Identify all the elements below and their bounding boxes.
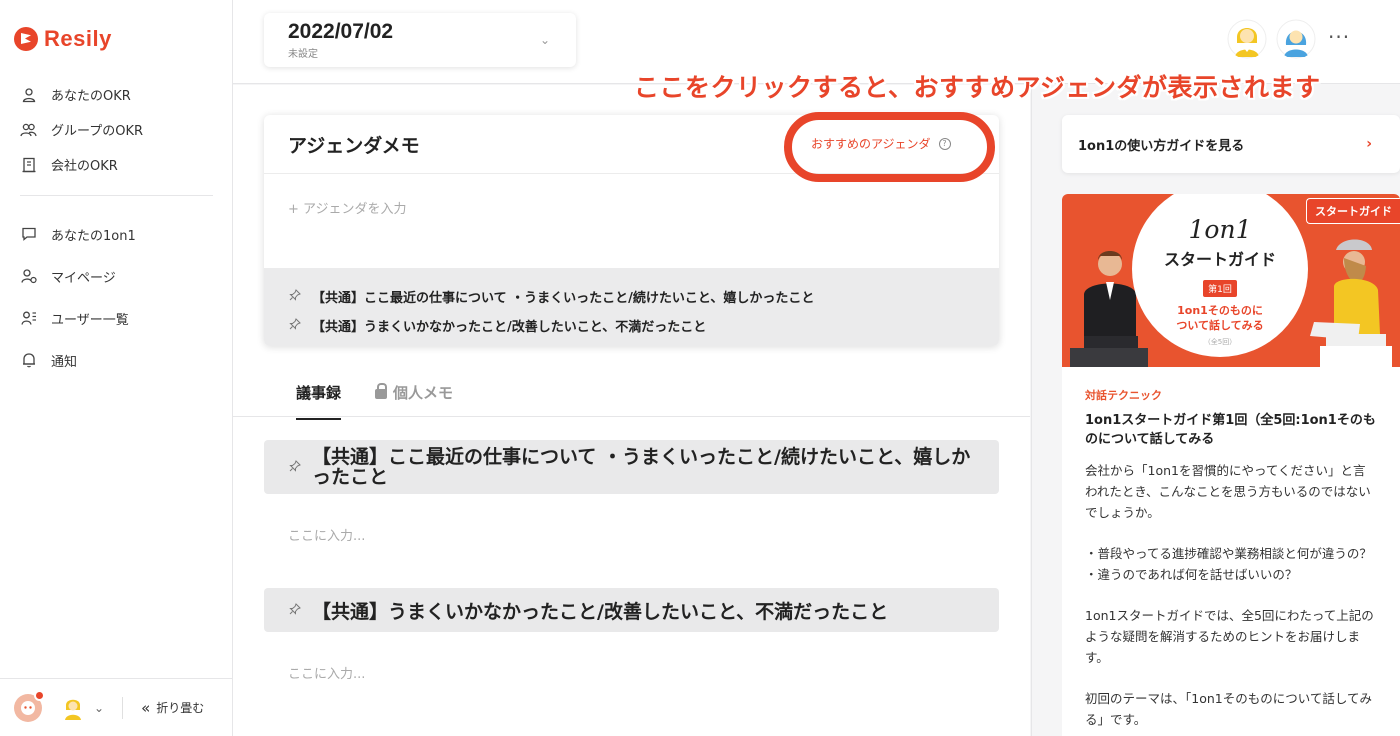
group-icon <box>20 121 37 138</box>
guide-link-button[interactable]: 1on1の使い方ガイドを見る › <box>1062 115 1400 173</box>
hero-subtitle: スタートガイド <box>1163 250 1276 269</box>
article-paragraph: 1on1スタートガイドでは、全5回にわたって上記のような疑問を解消するためのヒン… <box>1085 608 1374 665</box>
lock-icon <box>375 383 387 399</box>
hero-desc-line: 1on1そのものに <box>1177 304 1263 317</box>
pin-icon[interactable] <box>288 602 302 618</box>
agenda-item-text: 【共通】うまくいかなかったこと/改善したいこと、不満だったこと <box>312 320 707 335</box>
tab-minutes[interactable]: 議事録 <box>296 382 342 420</box>
participant-avatar-1[interactable] <box>1227 19 1267 59</box>
hero-circle: 1on1 スタートガイド 第1回 1on1そのものに ついて話してみる （全5回… <box>1132 194 1308 357</box>
nav-my-page[interactable]: マイページ <box>0 255 233 297</box>
brand-logo[interactable]: Resily <box>14 26 112 52</box>
pin-icon[interactable] <box>288 459 302 475</box>
sidebar: Resily あなたのOKR グループのOKR 会社のOKR あなたの1on1 … <box>0 0 233 736</box>
user-list-icon <box>20 310 37 327</box>
nav-group-okr[interactable]: グループのOKR <box>0 112 233 147</box>
article-paragraph: 会社から「1on1を習慣的にやってください」と言われたとき、こんなことを思う方も… <box>1085 463 1371 520</box>
building-icon <box>20 156 37 173</box>
recommended-agenda-label: おすすめのアジェンダ <box>811 137 931 151</box>
guide-link-label: 1on1の使い方ガイドを見る <box>1078 138 1245 154</box>
bot-face-icon <box>21 700 35 715</box>
main-content: アジェンダメモ おすすめのアジェンダ ? + アジェンダを入力 【共通】ここ最近… <box>233 85 1030 736</box>
hero-desc-line: ついて話してみる <box>1176 319 1264 332</box>
nav-label: あなたの1on1 <box>51 228 136 244</box>
minutes-input[interactable]: ここに入力... <box>288 525 365 544</box>
agenda-item-text: 【共通】ここ最近の仕事について ・うまくいったこと/続けたいこと、嬉しかったこと <box>312 291 815 306</box>
memo-tabs: 議事録 個人メモ <box>233 370 1030 420</box>
primary-nav: あなたのOKR グループのOKR 会社のOKR <box>0 77 233 182</box>
nav-notifications[interactable]: 通知 <box>0 339 233 381</box>
help-icon[interactable]: ? <box>938 137 951 150</box>
article-paragraph: ・普段やってる進捗確認や業務相談と何が違うの？ ・違うのであれば何を話せばいいの… <box>1085 546 1372 582</box>
nav-label: ユーザー一覧 <box>51 312 129 328</box>
agenda-item[interactable]: 【共通】ここ最近の仕事について ・うまくいったこと/続けたいこと、嬉しかったこと <box>264 282 999 311</box>
article-category: 対話テクニック <box>1085 389 1162 402</box>
date-value: 2022/07/02 <box>288 20 394 43</box>
secondary-nav: あなたの1on1 マイページ ユーザー一覧 通知 <box>0 213 233 381</box>
nav-company-okr[interactable]: 会社のOKR <box>0 147 233 182</box>
article-body: 対話テクニック 1on1スタートガイド第1回（全5回:1on1そのものについて話… <box>1062 367 1400 730</box>
sidebar-footer: ⌄ « 折り畳む <box>0 678 233 736</box>
chevron-down-icon: ⌄ <box>539 33 550 47</box>
nav-label: 通知 <box>51 354 78 370</box>
minutes-section-heading: 【共通】うまくいかなかったこと/改善したいこと、不満だったこと <box>264 588 999 632</box>
hero-title: 1on1 <box>1188 215 1252 244</box>
hero-description: 1on1そのものに ついて話してみる <box>1132 303 1308 333</box>
nav-divider <box>20 195 213 196</box>
hero-tag: スタートガイド <box>1306 198 1400 224</box>
bot-avatar[interactable] <box>14 689 45 722</box>
article-title: 1on1スタートガイド第1回（全5回:1on1そのものについて話してみる <box>1085 413 1376 447</box>
flag-logo-icon <box>14 27 38 51</box>
chat-icon <box>20 226 37 243</box>
nav-label: マイページ <box>51 270 116 286</box>
chevron-right-icon: › <box>1366 136 1372 152</box>
hero-badge: 第1回 <box>1203 280 1237 297</box>
user-avatar[interactable] <box>60 695 86 721</box>
recommended-agenda-button[interactable]: おすすめのアジェンダ ? <box>811 135 951 152</box>
participant-avatar-2[interactable] <box>1276 19 1316 59</box>
tab-label: 個人メモ <box>393 384 454 402</box>
woman-illustration <box>1310 239 1392 367</box>
nav-your-1on1[interactable]: あなたの1on1 <box>0 213 233 255</box>
nav-label: 会社のOKR <box>51 159 118 174</box>
chevron-down-icon[interactable]: ⌄ <box>94 701 104 715</box>
bell-icon <box>20 352 37 369</box>
double-chevron-left-icon: « <box>141 698 151 717</box>
minutes-input[interactable]: ここに入力... <box>288 663 365 682</box>
article-paragraph: 初回のテーマは、「1on1そのものについて話してみる」です。 <box>1085 691 1372 727</box>
date-status: 未設定 <box>288 49 318 60</box>
agenda-item[interactable]: 【共通】うまくいかなかったこと/改善したいこと、不満だったこと <box>264 311 999 340</box>
date-selector[interactable]: 2022/07/02 未設定 ⌄ <box>264 13 576 67</box>
right-panel: 1on1の使い方ガイドを見る › スタートガイド 1on1 スタートガイド 第1… <box>1031 85 1400 736</box>
nav-label: あなたのOKR <box>51 89 131 104</box>
agenda-input[interactable]: + アジェンダを入力 <box>264 174 999 268</box>
footer-divider <box>122 696 124 719</box>
pin-icon[interactable] <box>288 289 302 304</box>
agenda-title: アジェンダメモ <box>288 134 420 157</box>
section-title: 【共通】うまくいかなかったこと/改善したいこと、不満だったこと <box>312 600 889 623</box>
collapse-sidebar-button[interactable]: « 折り畳む <box>141 699 204 717</box>
nav-your-okr[interactable]: あなたのOKR <box>0 77 233 112</box>
agenda-list: 【共通】ここ最近の仕事について ・うまくいったこと/続けたいこと、嬉しかったこと… <box>264 268 999 346</box>
hero-count: （全5回） <box>1203 338 1237 346</box>
brand-name: Resily <box>44 26 112 51</box>
profile-icon <box>20 268 37 285</box>
tab-private-memo[interactable]: 個人メモ <box>375 382 453 403</box>
article-hero-image: スタートガイド 1on1 スタートガイド 第1回 1on1そのものに ついて話し… <box>1062 194 1400 367</box>
nav-user-list[interactable]: ユーザー一覧 <box>0 297 233 339</box>
minutes-section-heading: 【共通】ここ最近の仕事について ・うまくいったこと/続けたいこと、嬉しかったこと <box>264 440 999 494</box>
nav-label: グループのOKR <box>51 124 144 139</box>
pin-icon[interactable] <box>288 318 302 333</box>
collapse-label: 折り畳む <box>156 701 205 715</box>
notification-dot <box>34 689 45 701</box>
section-title: 【共通】ここ最近の仕事について ・うまくいったこと/続けたいこと、嬉しかったこと <box>312 446 971 488</box>
more-menu-icon[interactable]: ··· <box>1328 25 1350 49</box>
guide-article-card[interactable]: スタートガイド 1on1 スタートガイド 第1回 1on1そのものに ついて話し… <box>1062 194 1400 736</box>
person-icon <box>20 86 37 103</box>
tutorial-annotation: ここをクリックすると、おすすめアジェンダが表示されます <box>634 73 1321 102</box>
agenda-memo-card: アジェンダメモ おすすめのアジェンダ ? + アジェンダを入力 【共通】ここ最近… <box>264 115 999 346</box>
